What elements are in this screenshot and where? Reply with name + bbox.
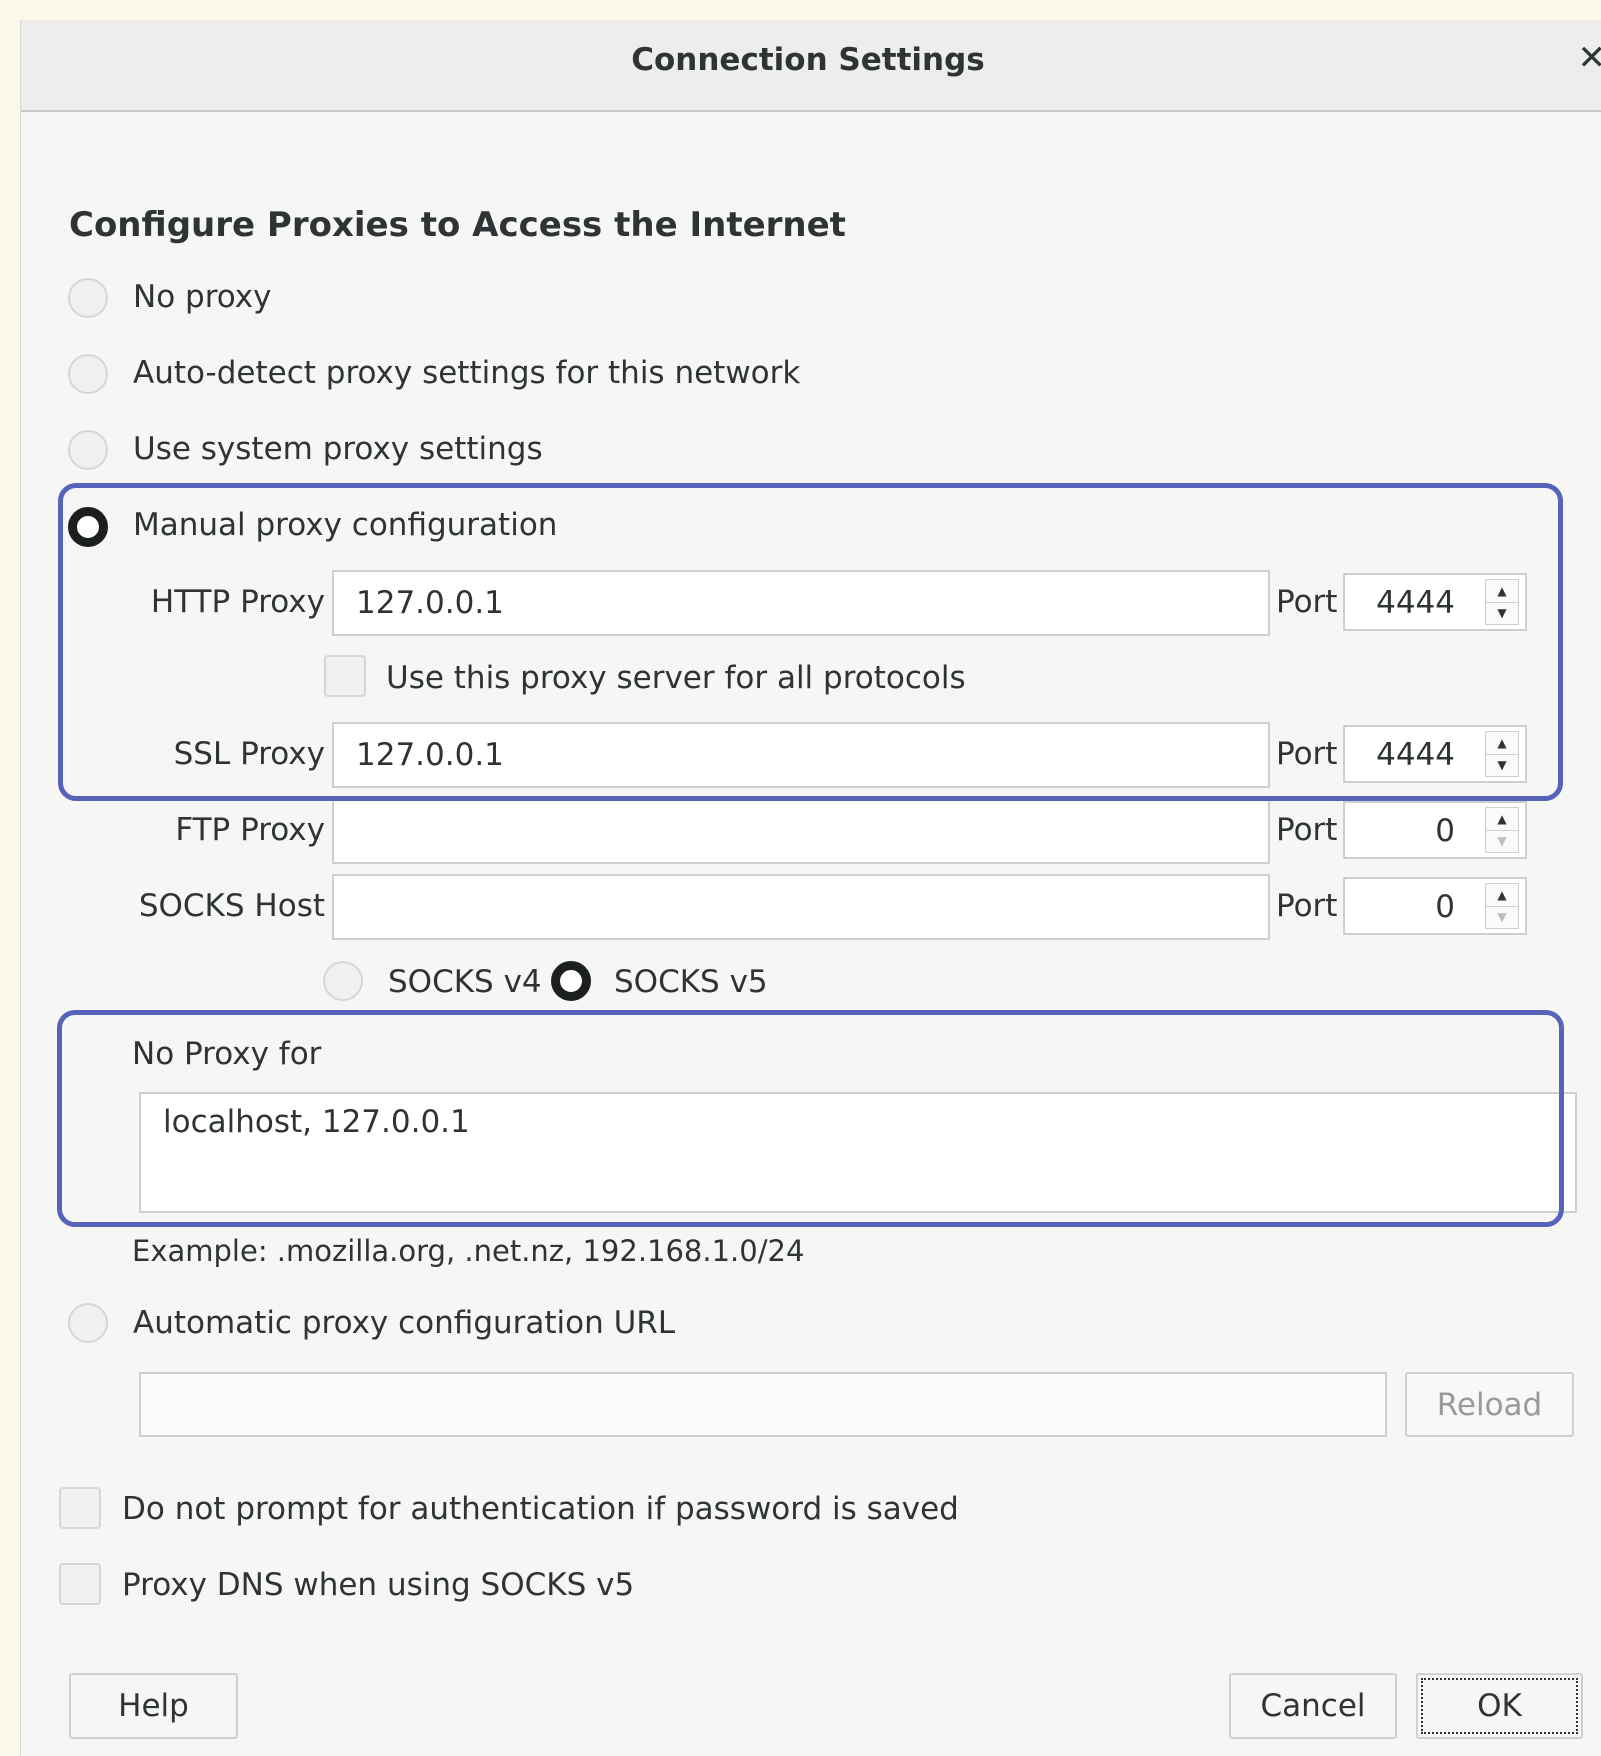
- no-auth-prompt-checkbox[interactable]: [59, 1487, 101, 1529]
- dialog-title: Connection Settings: [631, 42, 985, 78]
- system-proxy-radio[interactable]: [68, 430, 108, 470]
- cancel-button[interactable]: Cancel: [1229, 1673, 1397, 1739]
- no-proxy-for-highlight: [57, 1010, 1564, 1227]
- auto-detect-label[interactable]: Auto-detect proxy settings for this netw…: [133, 355, 800, 391]
- ftp-proxy-input[interactable]: [332, 798, 1270, 864]
- socks-port-input[interactable]: 0 ▲ ▼: [1343, 877, 1527, 935]
- system-proxy-label[interactable]: Use system proxy settings: [133, 431, 543, 467]
- socks-port-label: Port: [1276, 888, 1338, 924]
- ok-button[interactable]: OK: [1416, 1673, 1583, 1739]
- section-heading: Configure Proxies to Access the Internet: [69, 205, 846, 245]
- no-proxy-example: Example: .mozilla.org, .net.nz, 192.168.…: [132, 1234, 805, 1268]
- socks-port-value: 0: [1435, 889, 1455, 925]
- help-button[interactable]: Help: [69, 1673, 238, 1739]
- auto-url-radio[interactable]: [68, 1303, 108, 1343]
- spin-down-icon: ▼: [1497, 834, 1507, 848]
- auto-url-label[interactable]: Automatic proxy configuration URL: [133, 1305, 675, 1341]
- socks-host-label: SOCKS Host: [138, 888, 325, 924]
- socks-v4-radio[interactable]: [323, 961, 363, 1001]
- socks-port-stepper[interactable]: ▲ ▼: [1485, 883, 1519, 929]
- auto-detect-radio[interactable]: [68, 354, 108, 394]
- auto-url-input[interactable]: [139, 1372, 1387, 1437]
- proxy-dns-checkbox[interactable]: [59, 1563, 101, 1605]
- no-proxy-label[interactable]: No proxy: [133, 279, 271, 315]
- no-proxy-radio[interactable]: [68, 278, 108, 318]
- spin-up-icon[interactable]: ▲: [1486, 884, 1518, 907]
- proxy-dns-label[interactable]: Proxy DNS when using SOCKS v5: [122, 1567, 634, 1603]
- socks-v5-label[interactable]: SOCKS v5: [614, 964, 768, 1000]
- ftp-port-input[interactable]: 0 ▲ ▼: [1343, 801, 1527, 859]
- manual-proxy-highlight: [58, 483, 1563, 801]
- no-auth-prompt-label[interactable]: Do not prompt for authentication if pass…: [122, 1491, 959, 1527]
- ftp-port-label: Port: [1276, 812, 1338, 848]
- ftp-port-value: 0: [1435, 813, 1455, 849]
- socks-v4-label[interactable]: SOCKS v4: [388, 964, 542, 1000]
- reload-button[interactable]: Reload: [1405, 1372, 1574, 1437]
- ftp-port-stepper[interactable]: ▲ ▼: [1485, 807, 1519, 853]
- socks-host-input[interactable]: [332, 874, 1270, 940]
- spin-down-icon: ▼: [1497, 910, 1507, 924]
- spin-up-icon[interactable]: ▲: [1486, 808, 1518, 831]
- socks-v5-radio[interactable]: [551, 961, 591, 1001]
- ftp-proxy-label: FTP Proxy: [175, 812, 325, 848]
- title-bar: Connection Settings ✕: [21, 20, 1601, 112]
- close-icon[interactable]: ✕: [1578, 38, 1601, 78]
